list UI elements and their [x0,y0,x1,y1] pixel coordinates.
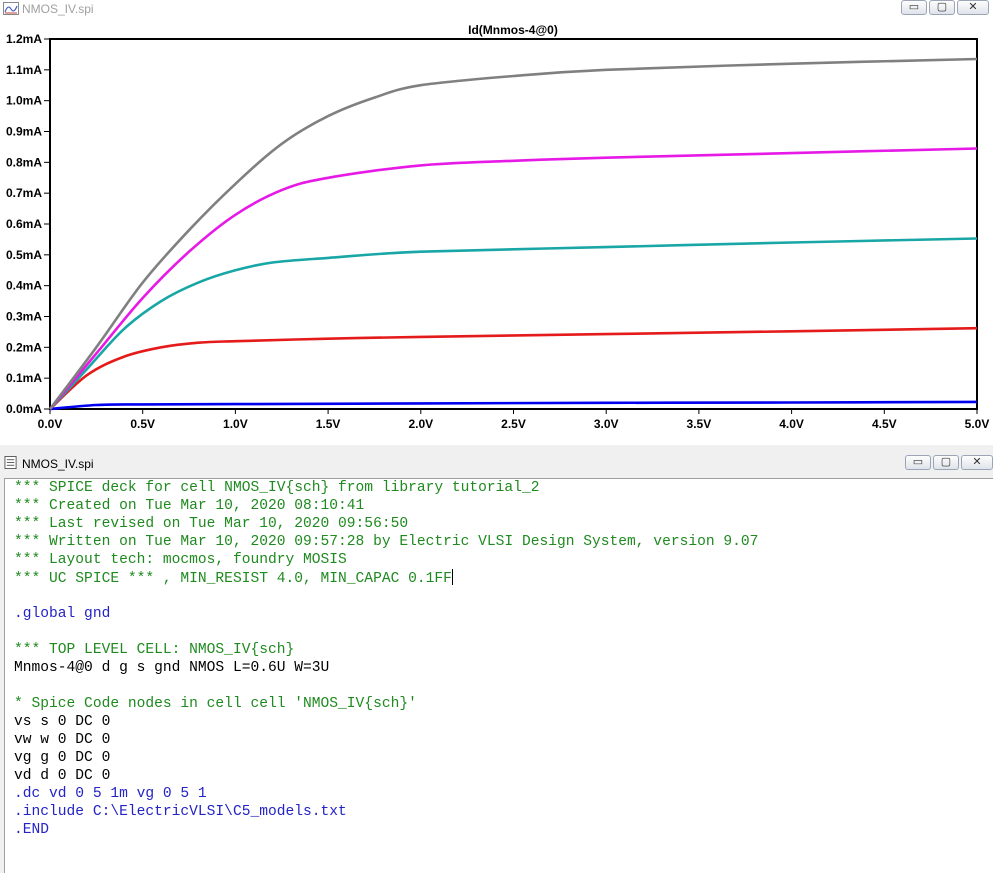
code-line: vd d 0 DC 0 [14,767,758,785]
y-tick-label: 0.0mA [6,402,42,416]
x-tick-label: 0.5V [130,417,155,431]
waveform-app-icon [3,2,19,15]
close-icon: ✕ [972,456,982,468]
code-line-text: * Spice Code nodes in cell cell 'NMOS_IV… [14,696,417,712]
code-line-text: vw w 0 DC 0 [14,732,111,748]
code-line-text: Mnmos-4@0 d g s gnd NMOS L=0.6U W=3U [14,660,330,676]
y-tick-label: 0.8mA [6,155,42,169]
y-tick-label: 0.2mA [6,340,42,354]
code-line: vw w 0 DC 0 [14,731,758,749]
code-line: vg g 0 DC 0 [14,749,758,767]
x-tick-label: 3.0V [594,417,619,431]
code-line: .global gnd [14,605,758,623]
minimize-icon: ▭ [912,456,924,468]
x-tick-label: 1.5V [316,417,341,431]
close-icon: ✕ [968,1,978,13]
code-line-text: *** Written on Tue Mar 10, 2020 09:57:28… [14,534,759,550]
x-tick-label: 3.5V [687,417,712,431]
y-tick-label: 1.1mA [6,63,42,77]
document-icon [4,456,17,469]
code-line: * Spice Code nodes in cell cell 'NMOS_IV… [14,695,758,713]
code-line: *** UC SPICE *** , MIN_RESIST 4.0, MIN_C… [14,569,758,587]
minimize-button[interactable]: ▭ [905,455,931,470]
code-line-text: vd d 0 DC 0 [14,768,111,784]
code-line-text: vg g 0 DC 0 [14,750,111,766]
maximize-icon: ▢ [936,1,948,13]
code-line: *** SPICE deck for cell NMOS_IV{sch} fro… [14,479,758,497]
spice-code[interactable]: *** SPICE deck for cell NMOS_IV{sch} fro… [14,479,758,839]
maximize-button[interactable]: ▢ [933,455,959,470]
code-line-text: vs s 0 DC 0 [14,714,111,730]
code-line-text: .END [14,822,50,838]
x-tick-label: 2.0V [408,417,433,431]
plot-area[interactable] [49,38,978,410]
maximize-button[interactable]: ▢ [929,0,955,15]
x-tick-label: 1.0V [223,417,248,431]
y-tick-label: 1.2mA [6,32,42,46]
chart-title: Id(Mnmos-4@0) [468,23,558,37]
waveform-window-title: NMOS_IV.spi [22,2,94,16]
text-cursor [451,569,453,585]
spice-window-title: NMOS_IV.spi [22,457,94,471]
x-tick-label: 0.0V [38,417,63,431]
spice-text-editor[interactable]: *** SPICE deck for cell NMOS_IV{sch} fro… [4,478,993,873]
code-line-text: .dc vd 0 5 1m vg 0 5 1 [14,786,207,802]
code-line: Mnmos-4@0 d g s gnd NMOS L=0.6U W=3U [14,659,758,677]
waveform-window: NMOS_IV.spi ▭ ▢ ✕ Id(Mnmos-4@0) 0.0mA 0.1… [0,0,993,445]
code-line: *** TOP LEVEL CELL: NMOS_IV{sch} [14,641,758,659]
x-tick-label: 4.5V [872,417,897,431]
code-line-text: *** Last revised on Tue Mar 10, 2020 09:… [14,516,409,532]
code-line: *** Last revised on Tue Mar 10, 2020 09:… [14,515,758,533]
waveform-window-titlebar[interactable]: NMOS_IV.spi ▭ ▢ ✕ [0,0,993,18]
y-tick-label: 0.9mA [6,125,42,139]
x-tick-label: 4.0V [779,417,804,431]
code-line: .include C:\ElectricVLSI\C5_models.txt [14,803,758,821]
minimize-button[interactable]: ▭ [901,0,927,15]
spice-window-titlebar[interactable]: NMOS_IV.spi ▭ ▢ ✕ [0,451,993,477]
code-line: *** Layout tech: mocmos, foundry MOSIS [14,551,758,569]
code-line-text: *** Layout tech: mocmos, foundry MOSIS [14,552,347,568]
code-line: .END [14,821,758,839]
y-tick-label: 0.7mA [6,186,42,200]
code-line: *** Written on Tue Mar 10, 2020 09:57:28… [14,533,758,551]
y-tick-label: 0.4mA [6,279,42,293]
maximize-icon: ▢ [940,456,952,468]
close-button[interactable]: ✕ [957,0,989,15]
close-button[interactable]: ✕ [961,455,993,470]
code-line-text: .include C:\ElectricVLSI\C5_models.txt [14,804,347,820]
minimize-icon: ▭ [908,1,920,13]
code-line-text: *** Created on Tue Mar 10, 2020 08:10:41 [14,498,365,514]
y-tick-label: 0.3mA [6,310,42,324]
code-line: *** Created on Tue Mar 10, 2020 08:10:41 [14,497,758,515]
code-line-text: .global gnd [14,606,111,622]
x-tick-label: 2.5V [501,417,526,431]
spice-text-window: NMOS_IV.spi ▭ ▢ ✕ *** SPICE deck for cel… [0,451,993,873]
y-tick-label: 0.5mA [6,248,42,262]
code-line-text: *** SPICE deck for cell NMOS_IV{sch} fro… [14,480,540,496]
code-line-text: *** UC SPICE *** , MIN_RESIST 4.0, MIN_C… [14,571,452,587]
y-tick-label: 0.1mA [6,371,42,385]
x-tick-label: 5.0V [965,417,990,431]
y-tick-label: 0.6mA [6,217,42,231]
code-line: vs s 0 DC 0 [14,713,758,731]
waveform-plot[interactable]: Id(Mnmos-4@0) 0.0mA 0.1mA 0.2mA 0.3mA 0.4mA 0… [0,18,993,445]
code-line-text: *** TOP LEVEL CELL: NMOS_IV{sch} [14,642,295,658]
code-line: .dc vd 0 5 1m vg 0 5 1 [14,785,758,803]
y-tick-label: 1.0mA [6,94,42,108]
